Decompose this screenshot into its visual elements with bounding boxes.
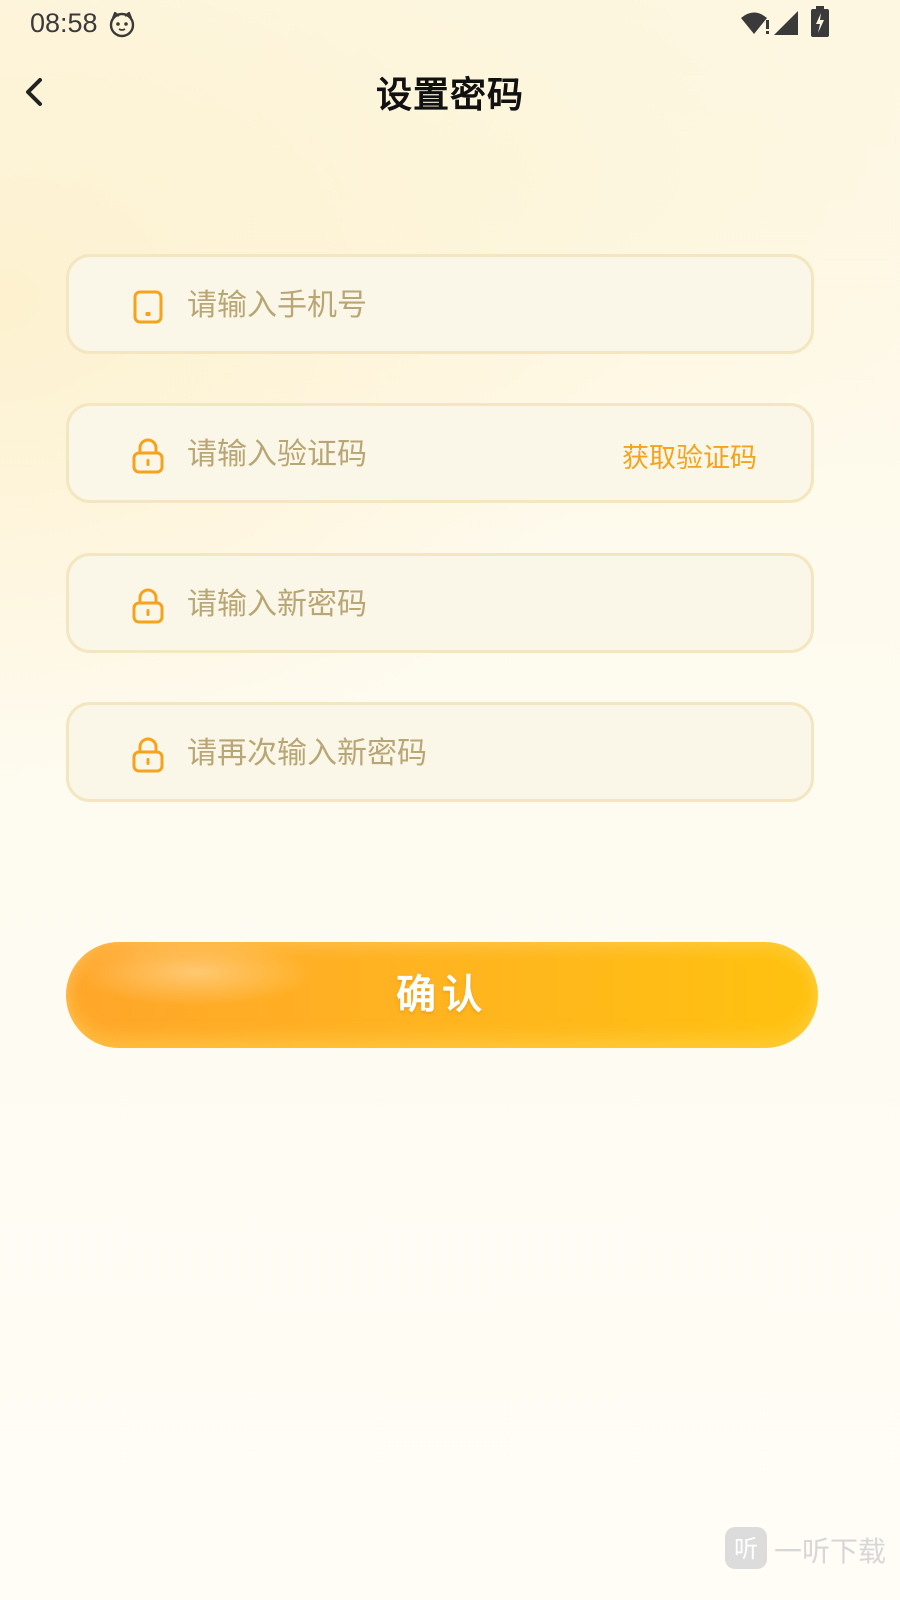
- confirm-button[interactable]: 确认: [66, 942, 818, 1048]
- battery-charging-icon: [811, 6, 829, 37]
- get-code-button[interactable]: 获取验证码: [622, 436, 757, 475]
- new-password-input[interactable]: [187, 576, 607, 632]
- watermark-logo-icon: 听: [725, 1527, 767, 1569]
- watermark: 听 一听下载: [724, 1526, 894, 1572]
- phone-input[interactable]: [187, 277, 607, 333]
- wifi-alert-icon: [741, 12, 769, 34]
- lock-icon: [132, 438, 164, 474]
- cat-face-icon: [109, 11, 135, 38]
- page-title: 设置密码: [375, 75, 524, 116]
- new-password-field[interactable]: [66, 553, 814, 653]
- status-bar: 08:58: [0, 0, 900, 48]
- status-time: 08:58: [30, 8, 98, 38]
- cell-signal-icon: [774, 11, 798, 35]
- phone-icon: [133, 290, 163, 324]
- confirm-password-input[interactable]: [187, 725, 607, 781]
- svg-text:听: 听: [734, 1535, 758, 1563]
- phone-field[interactable]: [66, 254, 814, 354]
- code-input[interactable]: [187, 426, 607, 482]
- lock-icon: [132, 737, 164, 773]
- confirm-password-field[interactable]: [66, 702, 814, 802]
- code-field[interactable]: 获取验证码: [66, 403, 814, 503]
- lock-icon: [132, 588, 164, 624]
- watermark-text: 一听下载: [774, 1535, 887, 1568]
